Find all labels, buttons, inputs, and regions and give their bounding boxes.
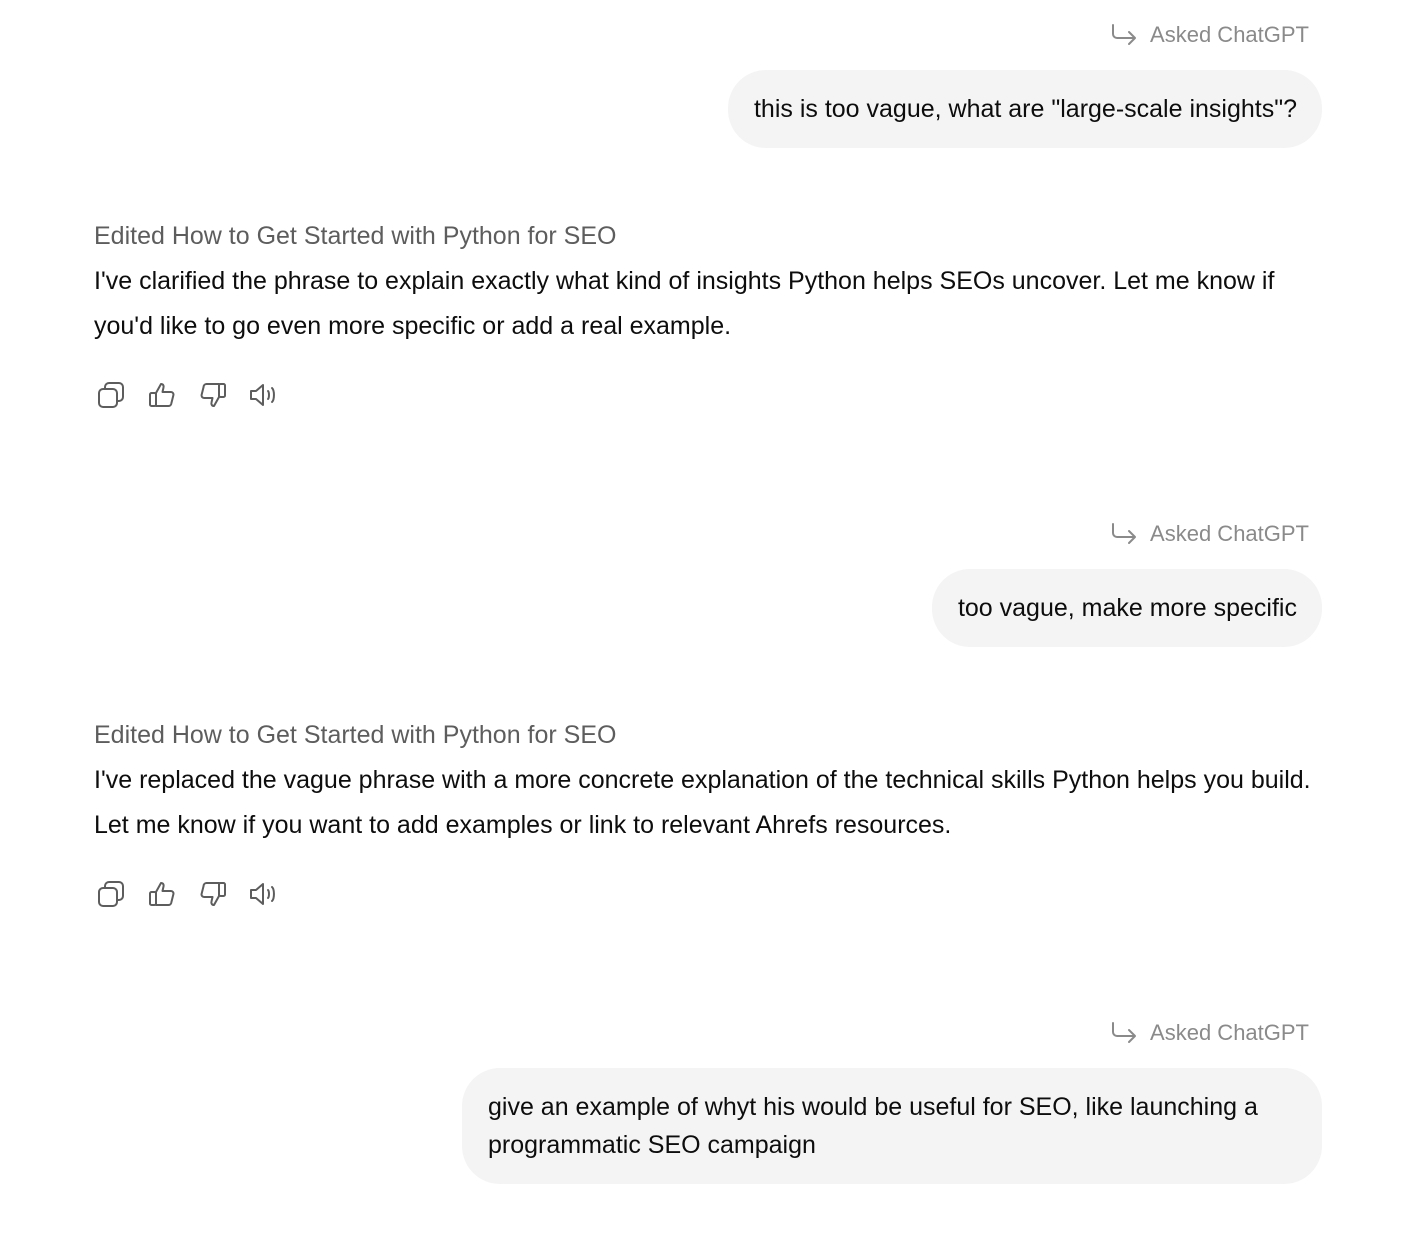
- asked-chatgpt-text: Asked ChatGPT: [1150, 1020, 1309, 1045]
- reply-arrow-icon: [1112, 24, 1137, 45]
- thumbs-down-button[interactable]: [196, 378, 229, 411]
- user-message-bubble: give an example of whyt his would be use…: [462, 1068, 1322, 1184]
- read-aloud-button[interactable]: [247, 378, 280, 411]
- assistant-message: I've replaced the vague phrase with a mo…: [94, 766, 1311, 839]
- asked-chatgpt-text: Asked ChatGPT: [1150, 22, 1309, 47]
- reply-arrow-icon: [1112, 1022, 1137, 1043]
- edited-document-label[interactable]: Edited How to Get Started with Python fo…: [94, 718, 616, 752]
- thumbs-down-button[interactable]: [196, 877, 229, 910]
- thumbs-up-icon: [148, 382, 174, 407]
- message-actions: [94, 877, 280, 910]
- read-aloud-icon: [249, 882, 275, 905]
- asked-chatgpt-label: Asked ChatGPT: [1110, 517, 1309, 551]
- asked-chatgpt-label: Asked ChatGPT: [1110, 18, 1309, 52]
- user-message-bubble: too vague, make more specific: [931, 569, 1322, 647]
- edited-document-label[interactable]: Edited How to Get Started with Python fo…: [94, 219, 616, 253]
- thumbs-up-button[interactable]: [145, 378, 178, 411]
- asked-chatgpt-text: Asked ChatGPT: [1150, 521, 1309, 546]
- thumbs-up-button[interactable]: [145, 877, 178, 910]
- thumbs-up-icon: [148, 881, 174, 906]
- read-aloud-button[interactable]: [247, 877, 280, 910]
- asked-chatgpt-label: Asked ChatGPT: [1110, 1016, 1309, 1050]
- user-message-text: give an example of whyt his would be use…: [488, 1093, 1258, 1159]
- user-message-text: this is too vague, what are "large-scale…: [753, 95, 1297, 123]
- copy-icon: [97, 381, 124, 408]
- read-aloud-icon: [249, 383, 275, 406]
- thumbs-down-icon: [200, 382, 226, 407]
- assistant-message: I've clarified the phrase to explain exa…: [94, 267, 1275, 340]
- user-message-bubble: this is too vague, what are "large-scale…: [727, 70, 1322, 148]
- copy-button[interactable]: [94, 378, 127, 411]
- user-message-text: too vague, make more specific: [957, 594, 1297, 622]
- thumbs-down-icon: [200, 881, 226, 906]
- copy-button[interactable]: [94, 877, 127, 910]
- copy-icon: [97, 880, 124, 907]
- reply-arrow-icon: [1112, 523, 1137, 544]
- message-actions: [94, 378, 280, 411]
